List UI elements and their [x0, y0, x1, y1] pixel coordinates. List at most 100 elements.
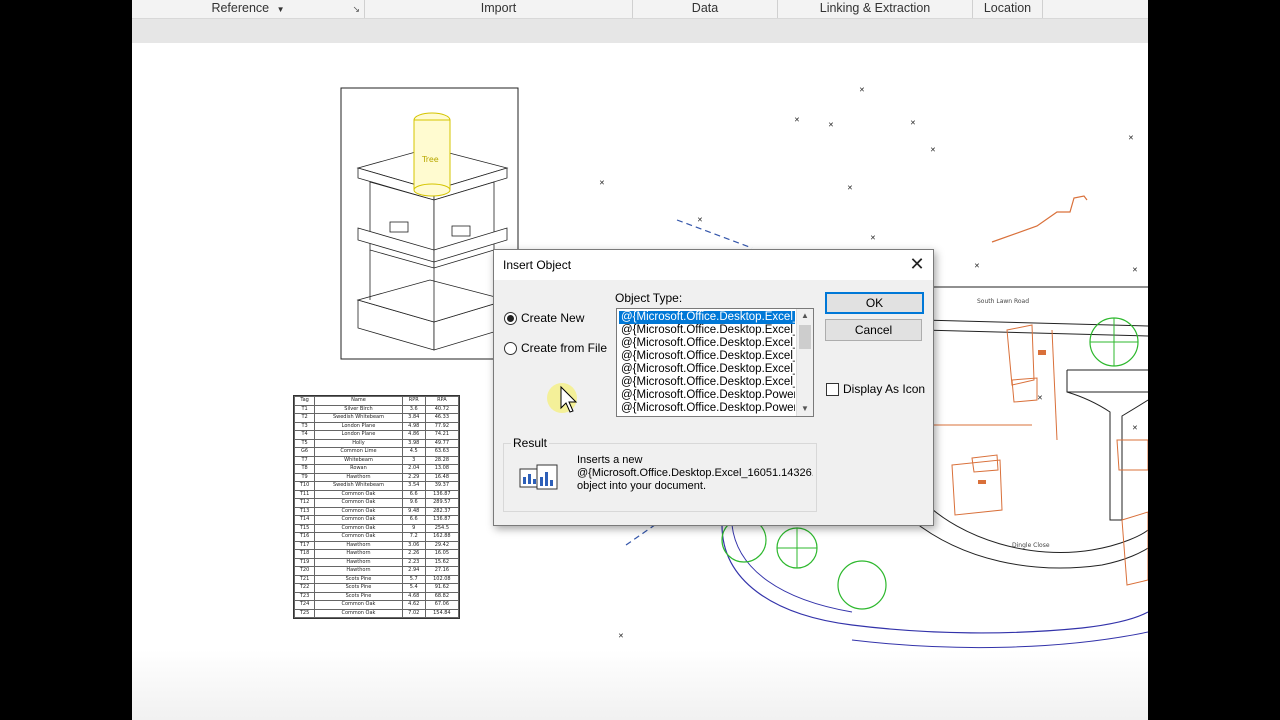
- table-row: T21 Scots Pine 5.7 102.08: [293, 574, 460, 584]
- table-cell: 3: [401, 455, 426, 465]
- table-cell: T21: [293, 574, 316, 584]
- table-cell: 4.68: [401, 591, 426, 601]
- table-cell: Silver Birch: [314, 404, 403, 414]
- object-type-item[interactable]: @{Microsoft.Office.Desktop.Excel_16: [619, 376, 795, 389]
- tree-schedule-table[interactable]: Tag Name RPR RPA T1 Silver Birch 3.6 40.72 T…: [293, 395, 460, 619]
- table-cell: T22: [293, 583, 316, 593]
- table-cell: Whitebeam: [314, 455, 403, 465]
- svg-text:✕: ✕: [870, 234, 876, 242]
- table-row: T19 Hawthorn 2.23 15.62: [293, 557, 460, 567]
- table-row: T14 Common Oak 6.6 136.87: [293, 515, 460, 525]
- svg-text:✕: ✕: [1037, 394, 1043, 402]
- svg-text:✕: ✕: [697, 216, 703, 224]
- object-type-item[interactable]: @{Microsoft.Office.Desktop.Excel_16: [619, 350, 795, 363]
- table-cell: G6: [293, 447, 316, 457]
- cancel-button[interactable]: Cancel: [825, 319, 922, 341]
- create-from-file-radio[interactable]: Create from File: [504, 341, 607, 355]
- object-type-list[interactable]: @{Microsoft.Office.Desktop.Excel_16 @{Mic…: [616, 308, 814, 417]
- create-new-label: Create New: [521, 311, 585, 325]
- table-cell: 29.42: [424, 540, 460, 550]
- table-cell: 4.62: [401, 600, 426, 610]
- table-cell: 74.21: [424, 430, 460, 440]
- table-cell: 3.6: [401, 404, 426, 414]
- table-row: T13 Common Oak 9.48 282.37: [293, 506, 460, 516]
- display-as-icon-checkbox[interactable]: Display As Icon: [826, 382, 925, 396]
- table-cell: 6.6: [401, 489, 426, 499]
- checkbox-box[interactable]: [826, 382, 839, 396]
- table-cell: 5.7: [401, 574, 426, 584]
- table-cell: T14: [293, 515, 316, 525]
- table-cell: 9.6: [401, 498, 426, 508]
- table-cell: T23: [293, 591, 316, 601]
- object-type-item[interactable]: @{Microsoft.Office.Desktop.PowerPo: [619, 402, 795, 415]
- create-from-file-label: Create from File: [521, 341, 608, 355]
- object-type-item[interactable]: @{Microsoft.Office.Desktop.Excel_16: [619, 311, 795, 324]
- ok-button[interactable]: OK: [825, 292, 924, 314]
- table-cell: London Plane: [314, 430, 403, 440]
- table-cell: 7.02: [401, 608, 426, 618]
- svg-text:✕: ✕: [618, 632, 624, 640]
- column-header: Name: [314, 396, 403, 406]
- table-cell: 9.48: [401, 506, 426, 516]
- object-type-item[interactable]: @{Microsoft.Office.Desktop.Excel_16: [619, 324, 795, 337]
- table-cell: T20: [293, 566, 316, 576]
- road-label-dingle-close: Dingle Close: [1012, 542, 1050, 549]
- table-cell: 136.87: [424, 515, 460, 525]
- svg-text:✕: ✕: [910, 119, 916, 127]
- table-cell: 282.37: [424, 506, 460, 516]
- object-type-item[interactable]: @{Microsoft.Office.Desktop.Excel_16: [619, 363, 795, 376]
- svg-text:✕: ✕: [1132, 266, 1138, 274]
- scroll-down-icon[interactable]: ▼: [797, 402, 813, 416]
- object-type-item[interactable]: @{Microsoft.Office.Desktop.PowerPo: [619, 389, 795, 402]
- table-cell: T8: [293, 464, 316, 474]
- table-cell: 3.54: [401, 481, 426, 491]
- table-cell: 4.98: [401, 421, 426, 431]
- column-header: RPR: [401, 396, 426, 406]
- table-cell: T10: [293, 481, 316, 491]
- table-cell: T4: [293, 430, 316, 440]
- table-cell: Common Oak: [314, 532, 403, 542]
- table-cell: 4.5: [401, 447, 426, 457]
- table-cell: 289.57: [424, 498, 460, 508]
- table-row: G6 Common Lime 4.5 63.63: [293, 447, 460, 457]
- table-cell: 2.26: [401, 549, 426, 559]
- create-new-radio[interactable]: Create New: [504, 311, 584, 325]
- table-row: T2 Swedish Whitebeam 3.84 46.33: [293, 413, 460, 423]
- table-cell: 16.48: [424, 472, 460, 482]
- table-cell: Common Oak: [314, 608, 403, 618]
- scroll-thumb[interactable]: [799, 325, 811, 349]
- table-cell: 5.4: [401, 583, 426, 593]
- table-row: T22 Scots Pine 5.4 91.62: [293, 583, 460, 593]
- table-row: T20 Hawthorn 2.94 27.16: [293, 566, 460, 576]
- list-scrollbar[interactable]: ▲ ▼: [796, 309, 813, 416]
- dialog-titlebar[interactable]: Insert Object ✕: [494, 250, 933, 280]
- table-cell: 28.28: [424, 455, 460, 465]
- table-cell: 2.23: [401, 557, 426, 567]
- table-cell: Common Lime: [314, 447, 403, 457]
- table-cell: 91.62: [424, 583, 460, 593]
- table-row: T3 London Plane 4.98 77.92: [293, 421, 460, 431]
- table-cell: Swedish Whitebeam: [314, 413, 403, 423]
- scroll-up-icon[interactable]: ▲: [797, 309, 813, 323]
- table-cell: London Plane: [314, 421, 403, 431]
- table-cell: T3: [293, 421, 316, 431]
- radio-unchecked-icon[interactable]: [504, 341, 517, 355]
- table-cell: 162.88: [424, 532, 460, 542]
- display-as-icon-label: Display As Icon: [843, 382, 926, 396]
- table-row: T10 Swedish Whitebeam 3.54 39.37: [293, 481, 460, 491]
- table-cell: 67.06: [424, 600, 460, 610]
- table-cell: Scots Pine: [314, 574, 403, 584]
- object-type-item[interactable]: @{Microsoft.Office.Desktop.Excel_16: [619, 337, 795, 350]
- close-icon[interactable]: ✕: [907, 255, 927, 275]
- table-cell: 2.29: [401, 472, 426, 482]
- table-cell: 3.06: [401, 540, 426, 550]
- radio-checked-icon[interactable]: [504, 311, 517, 325]
- table-cell: T19: [293, 557, 316, 567]
- result-label: Result: [511, 436, 550, 450]
- table-cell: 40.72: [424, 404, 460, 414]
- table-cell: Swedish Whitebeam: [314, 481, 403, 491]
- table-cell: Hawthorn: [314, 549, 403, 559]
- table-cell: T16: [293, 532, 316, 542]
- table-row: T24 Common Oak 4.62 67.06: [293, 600, 460, 610]
- table-cell: 6.6: [401, 515, 426, 525]
